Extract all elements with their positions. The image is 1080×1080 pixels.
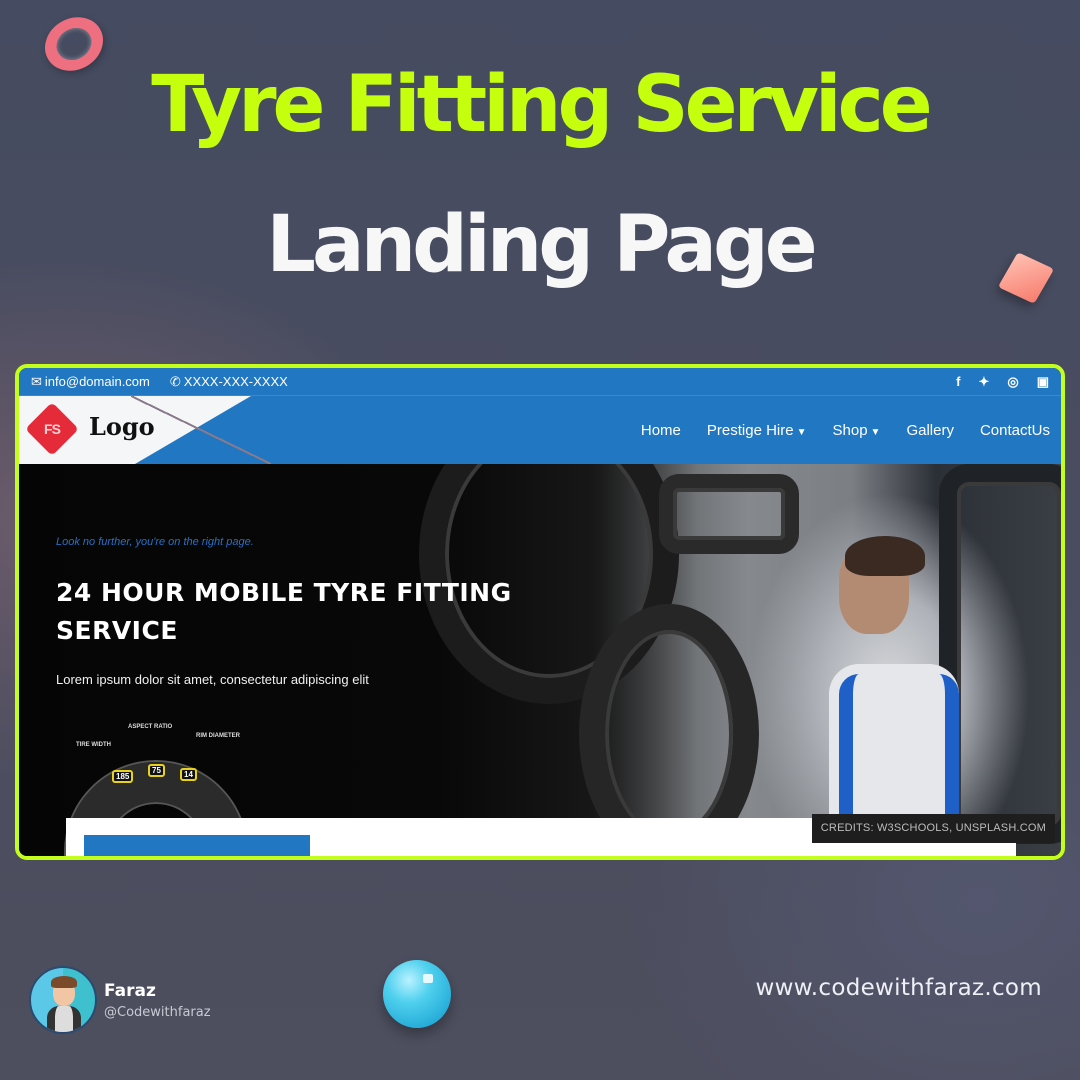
worker-overalls: [839, 674, 959, 814]
author-block: Faraz @Codewithfaraz: [29, 966, 211, 1034]
website-url[interactable]: www.codewithfaraz.com: [756, 975, 1042, 1001]
phone-text: XXXX-XXX-XXXX: [183, 374, 288, 389]
hero-headline: 24 HOUR MOBILE TYRE FITTING SERVICE: [56, 578, 512, 645]
nav-contactus[interactable]: ContactUs: [980, 422, 1050, 439]
avatar-hair: [51, 976, 77, 988]
tire-width-label: TIRE WIDTH: [76, 742, 111, 748]
cta-button[interactable]: [84, 835, 310, 856]
youtube-icon[interactable]: ▣: [1037, 374, 1049, 390]
caret-down-icon: ▼: [870, 426, 881, 438]
avatar: [29, 966, 97, 1034]
caret-down-icon: ▼: [796, 426, 807, 438]
tyre-rack-image: [659, 474, 799, 554]
website-mockup: ✉ info@domain.com ✆ XXXX-XXX-XXXX f ✦ ◎ …: [15, 364, 1065, 860]
decorative-blue-sphere: [383, 960, 451, 1028]
nav-home[interactable]: Home: [641, 422, 681, 439]
avatar-body: [47, 1006, 81, 1032]
nav-prestige-hire-label: Prestige Hire: [706, 421, 794, 439]
hero-tagline: Look no further, you're on the right pag…: [56, 536, 254, 548]
author-handle: @Codewithfaraz: [104, 1004, 211, 1020]
logo-mark-text: FS: [44, 421, 61, 437]
aspect-ratio-value: 75: [148, 764, 165, 777]
hero-content: Look no further, you're on the right pag…: [56, 536, 576, 687]
nav-shop[interactable]: Shop ▼: [833, 422, 881, 439]
nav-links: Home Prestige Hire ▼ Shop ▼ Gallery Contac…: [641, 422, 1061, 439]
nav-gallery-label: Gallery: [906, 421, 954, 439]
nav-prestige-hire[interactable]: Prestige Hire ▼: [707, 422, 807, 439]
nav-home-label: Home: [640, 421, 681, 439]
envelope-icon: ✉: [31, 373, 42, 389]
top-contact-bar: ✉ info@domain.com ✆ XXXX-XXX-XXXX f ✦ ◎ …: [19, 368, 1061, 396]
email-text: info@domain.com: [44, 374, 150, 389]
facebook-icon[interactable]: f: [956, 374, 960, 390]
phone-contact[interactable]: ✆ XXXX-XXX-XXXX: [170, 374, 288, 390]
image-credits: CREDITS: W3SCHOOLS, UNSPLASH.COM: [811, 814, 1055, 843]
hero-section: Look no further, you're on the right pag…: [19, 464, 1061, 856]
author-name: Faraz: [104, 980, 156, 1001]
poster-title-line1: Tyre Fitting Service: [151, 60, 932, 150]
social-links: f ✦ ◎ ▣: [956, 374, 1049, 390]
rim-diameter-value: 14: [180, 768, 197, 781]
email-contact[interactable]: ✉ info@domain.com: [31, 374, 150, 390]
author-info: Faraz @Codewithfaraz: [104, 981, 211, 1020]
phone-icon: ✆: [169, 373, 181, 389]
main-navbar: FS Logo Home Prestige Hire ▼ Shop ▼ Galler…: [19, 396, 1061, 464]
tire-width-value: 185: [112, 770, 134, 783]
instagram-icon[interactable]: ◎: [1007, 374, 1018, 390]
twitter-icon[interactable]: ✦: [978, 374, 989, 390]
worker-hair: [845, 536, 925, 576]
nav-shop-label: Shop: [832, 421, 868, 439]
tyre-size-diagram: TIRE WIDTH ASPECT RATIO RIM DIAMETER 185…: [56, 722, 256, 856]
aspect-ratio-label: ASPECT RATIO: [128, 724, 173, 730]
logo-text[interactable]: Logo: [89, 412, 155, 441]
hero-subtext: Lorem ipsum dolor sit amet, consectetur …: [56, 672, 369, 687]
nav-gallery[interactable]: Gallery: [906, 422, 954, 439]
poster-title-line2: Landing Page: [266, 200, 817, 290]
rim-diameter-label: RIM DIAMETER: [196, 733, 240, 739]
nav-contactus-label: ContactUs: [979, 421, 1050, 439]
